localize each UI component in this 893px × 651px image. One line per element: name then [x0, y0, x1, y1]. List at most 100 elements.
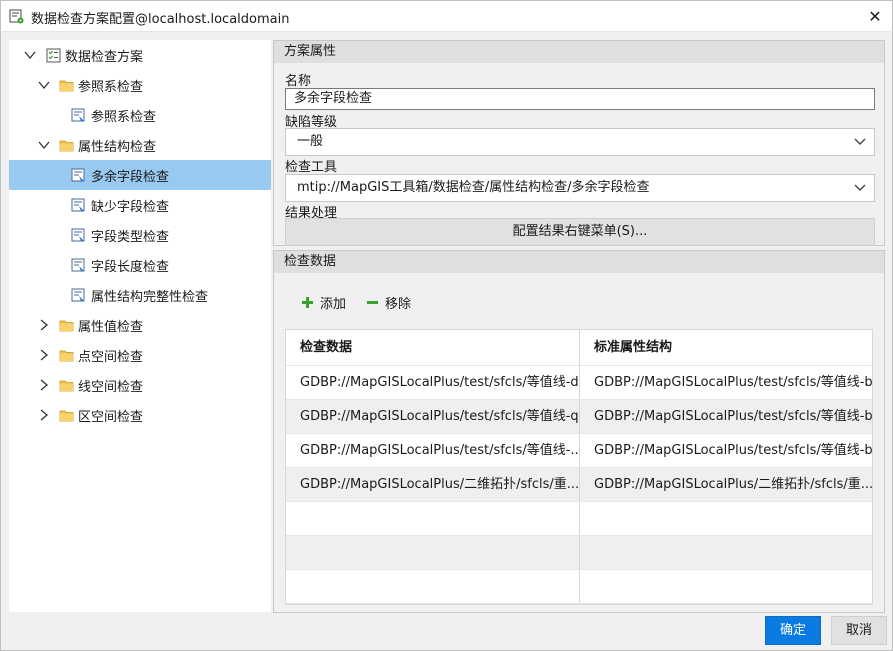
folder-icon	[59, 348, 74, 363]
table-row[interactable]: GDBP://MapGISLocalPlus/二维拓扑/sfcls/重... GD…	[286, 468, 872, 502]
tree-node-label: 参照系检查	[78, 79, 144, 95]
tree-node[interactable]: 多余字段检查	[9, 160, 271, 190]
cell-standard-structure[interactable]: GDBP://MapGISLocalPlus/二维拓扑/sfcls/重...	[579, 468, 872, 501]
check-rule-icon	[71, 198, 86, 213]
chevron-right-icon[interactable]	[37, 408, 51, 422]
cell-standard-structure[interactable]: GDBP://MapGISLocalPlus/test/sfcls/等值线-bz	[579, 434, 872, 467]
table-row[interactable]: GDBP://MapGISLocalPlus/test/sfcls/等值线-qs…	[286, 400, 872, 434]
add-button[interactable]: 添加	[301, 293, 346, 312]
cancel-button[interactable]: 取消	[831, 616, 887, 645]
chevron-down-icon	[854, 138, 866, 145]
chevron-down-icon[interactable]	[37, 138, 51, 152]
grid-header-row: 检查数据 标准属性结构	[286, 330, 872, 366]
check-rule-icon	[71, 108, 86, 123]
chevron-down-icon[interactable]	[23, 48, 37, 62]
column-header-standard-structure[interactable]: 标准属性结构	[579, 330, 872, 365]
check-data-grid[interactable]: 检查数据 标准属性结构 GDBP://MapGISLocalPlus/test/…	[285, 329, 873, 605]
chevron-down-icon[interactable]	[37, 78, 51, 92]
folder-icon	[59, 408, 74, 423]
dialog-body: 数据检查方案 参照系检查 参照系检查 属性结构检查 多余字段检查 缺少字段检查 字段类型检查…	[0, 31, 893, 651]
grid-body: GDBP://MapGISLocalPlus/test/sfcls/等值线-dy…	[286, 366, 872, 604]
cell-check-data[interactable]	[286, 536, 579, 569]
check-rule-icon	[71, 258, 86, 273]
tree-node-label: 缺少字段检查	[91, 199, 170, 215]
tree-node-label: 属性结构完整性检查	[91, 289, 209, 305]
window-title: 数据检查方案配置@localhost.localdomain	[31, 12, 290, 27]
cell-check-data[interactable]	[286, 570, 579, 603]
cell-standard-structure[interactable]: GDBP://MapGISLocalPlus/test/sfcls/等值线-bz	[579, 366, 872, 399]
tree-node-label: 线空间检查	[78, 379, 144, 395]
tree-node-label: 属性结构检查	[78, 139, 157, 155]
name-input[interactable]: 多余字段检查	[285, 88, 875, 110]
tree-node[interactable]: 字段长度检查	[9, 250, 271, 280]
add-label: 添加	[320, 297, 347, 312]
tree-node[interactable]: 参照系检查	[9, 100, 271, 130]
app-settings-icon	[9, 9, 24, 24]
scheme-properties-header: 方案属性	[274, 41, 884, 63]
check-rule-icon	[71, 228, 86, 243]
folder-icon	[59, 138, 74, 153]
tree-node[interactable]: 区空间检查	[9, 400, 271, 430]
ok-button[interactable]: 确定	[765, 616, 821, 645]
minus-icon	[367, 301, 378, 304]
tree-node[interactable]: 属性结构完整性检查	[9, 280, 271, 310]
tool-value: mtip://MapGIS工具箱/数据检查/属性结构检查/多余字段检查	[297, 180, 650, 195]
table-row[interactable]	[286, 570, 872, 604]
table-row[interactable]: GDBP://MapGISLocalPlus/test/sfcls/等值线-dy…	[286, 366, 872, 400]
severity-select[interactable]: 一般	[285, 128, 875, 156]
scheme-tree[interactable]: 数据检查方案 参照系检查 参照系检查 属性结构检查 多余字段检查 缺少字段检查 字段类型检查…	[9, 40, 271, 612]
table-row[interactable]: GDBP://MapGISLocalPlus/test/sfcls/等值线-..…	[286, 434, 872, 468]
cell-standard-structure[interactable]	[579, 536, 872, 569]
chevron-right-icon[interactable]	[37, 378, 51, 392]
checklist-icon	[46, 48, 61, 63]
tree-node[interactable]: 属性结构检查	[9, 130, 271, 160]
check-rule-icon	[71, 288, 86, 303]
scheme-properties-group: 方案属性 名称 多余字段检查 缺陷等级 一般 检查工具 mtip://MapGI…	[273, 40, 885, 246]
cell-standard-structure[interactable]	[579, 502, 872, 535]
column-header-check-data[interactable]: 检查数据	[286, 330, 579, 365]
tree-node-label: 属性值检查	[78, 319, 144, 335]
check-data-header: 检查数据	[274, 251, 884, 273]
cell-check-data[interactable]	[286, 502, 579, 535]
tree-node-label: 点空间检查	[78, 349, 144, 365]
tree-node-label: 多余字段检查	[91, 169, 170, 185]
remove-label: 移除	[385, 297, 412, 312]
folder-icon	[59, 318, 74, 333]
cell-standard-structure[interactable]	[579, 570, 872, 603]
folder-icon	[59, 78, 74, 93]
severity-value: 一般	[297, 134, 324, 149]
table-row[interactable]	[286, 536, 872, 570]
close-button[interactable]: ✕	[858, 1, 892, 32]
cell-check-data[interactable]: GDBP://MapGISLocalPlus/test/sfcls/等值线-dy	[286, 366, 579, 399]
chevron-down-icon	[854, 184, 866, 191]
tree-node-label: 字段长度检查	[91, 259, 170, 275]
tree-node-label: 参照系检查	[91, 109, 157, 125]
check-rule-icon	[71, 168, 86, 183]
table-row[interactable]	[286, 502, 872, 536]
cell-check-data[interactable]: GDBP://MapGISLocalPlus/test/sfcls/等值线-qs	[286, 400, 579, 433]
tree-node-label: 区空间检查	[78, 409, 144, 425]
cell-standard-structure[interactable]: GDBP://MapGISLocalPlus/test/sfcls/等值线-bz	[579, 400, 872, 433]
config-context-menu-button[interactable]: 配置结果右键菜单(S)...	[285, 218, 875, 246]
tree-node[interactable]: 字段类型检查	[9, 220, 271, 250]
tool-select[interactable]: mtip://MapGIS工具箱/数据检查/属性结构检查/多余字段检查	[285, 174, 875, 202]
close-icon: ✕	[868, 7, 882, 26]
tree-node[interactable]: 属性值检查	[9, 310, 271, 340]
tree-node[interactable]: 参照系检查	[9, 70, 271, 100]
cell-check-data[interactable]: GDBP://MapGISLocalPlus/test/sfcls/等值线-..…	[286, 434, 579, 467]
tree-node-label: 字段类型检查	[91, 229, 170, 245]
check-data-group: 检查数据 添加 移除 检查数据 标准属性结构 GDBP://MapGISLoca…	[273, 250, 885, 613]
chevron-right-icon[interactable]	[37, 348, 51, 362]
folder-icon	[59, 378, 74, 393]
title-bar: 数据检查方案配置@localhost.localdomain ✕	[0, 0, 893, 31]
name-label: 名称	[285, 74, 312, 89]
tool-label: 检查工具	[285, 160, 338, 175]
tree-node[interactable]: 数据检查方案	[9, 40, 271, 70]
tree-node[interactable]: 线空间检查	[9, 370, 271, 400]
tree-node[interactable]: 缺少字段检查	[9, 190, 271, 220]
cell-check-data[interactable]: GDBP://MapGISLocalPlus/二维拓扑/sfcls/重...	[286, 468, 579, 501]
tree-node[interactable]: 点空间检查	[9, 340, 271, 370]
remove-button[interactable]: 移除	[366, 293, 411, 312]
chevron-right-icon[interactable]	[37, 318, 51, 332]
tree-node-label: 数据检查方案	[65, 49, 144, 65]
